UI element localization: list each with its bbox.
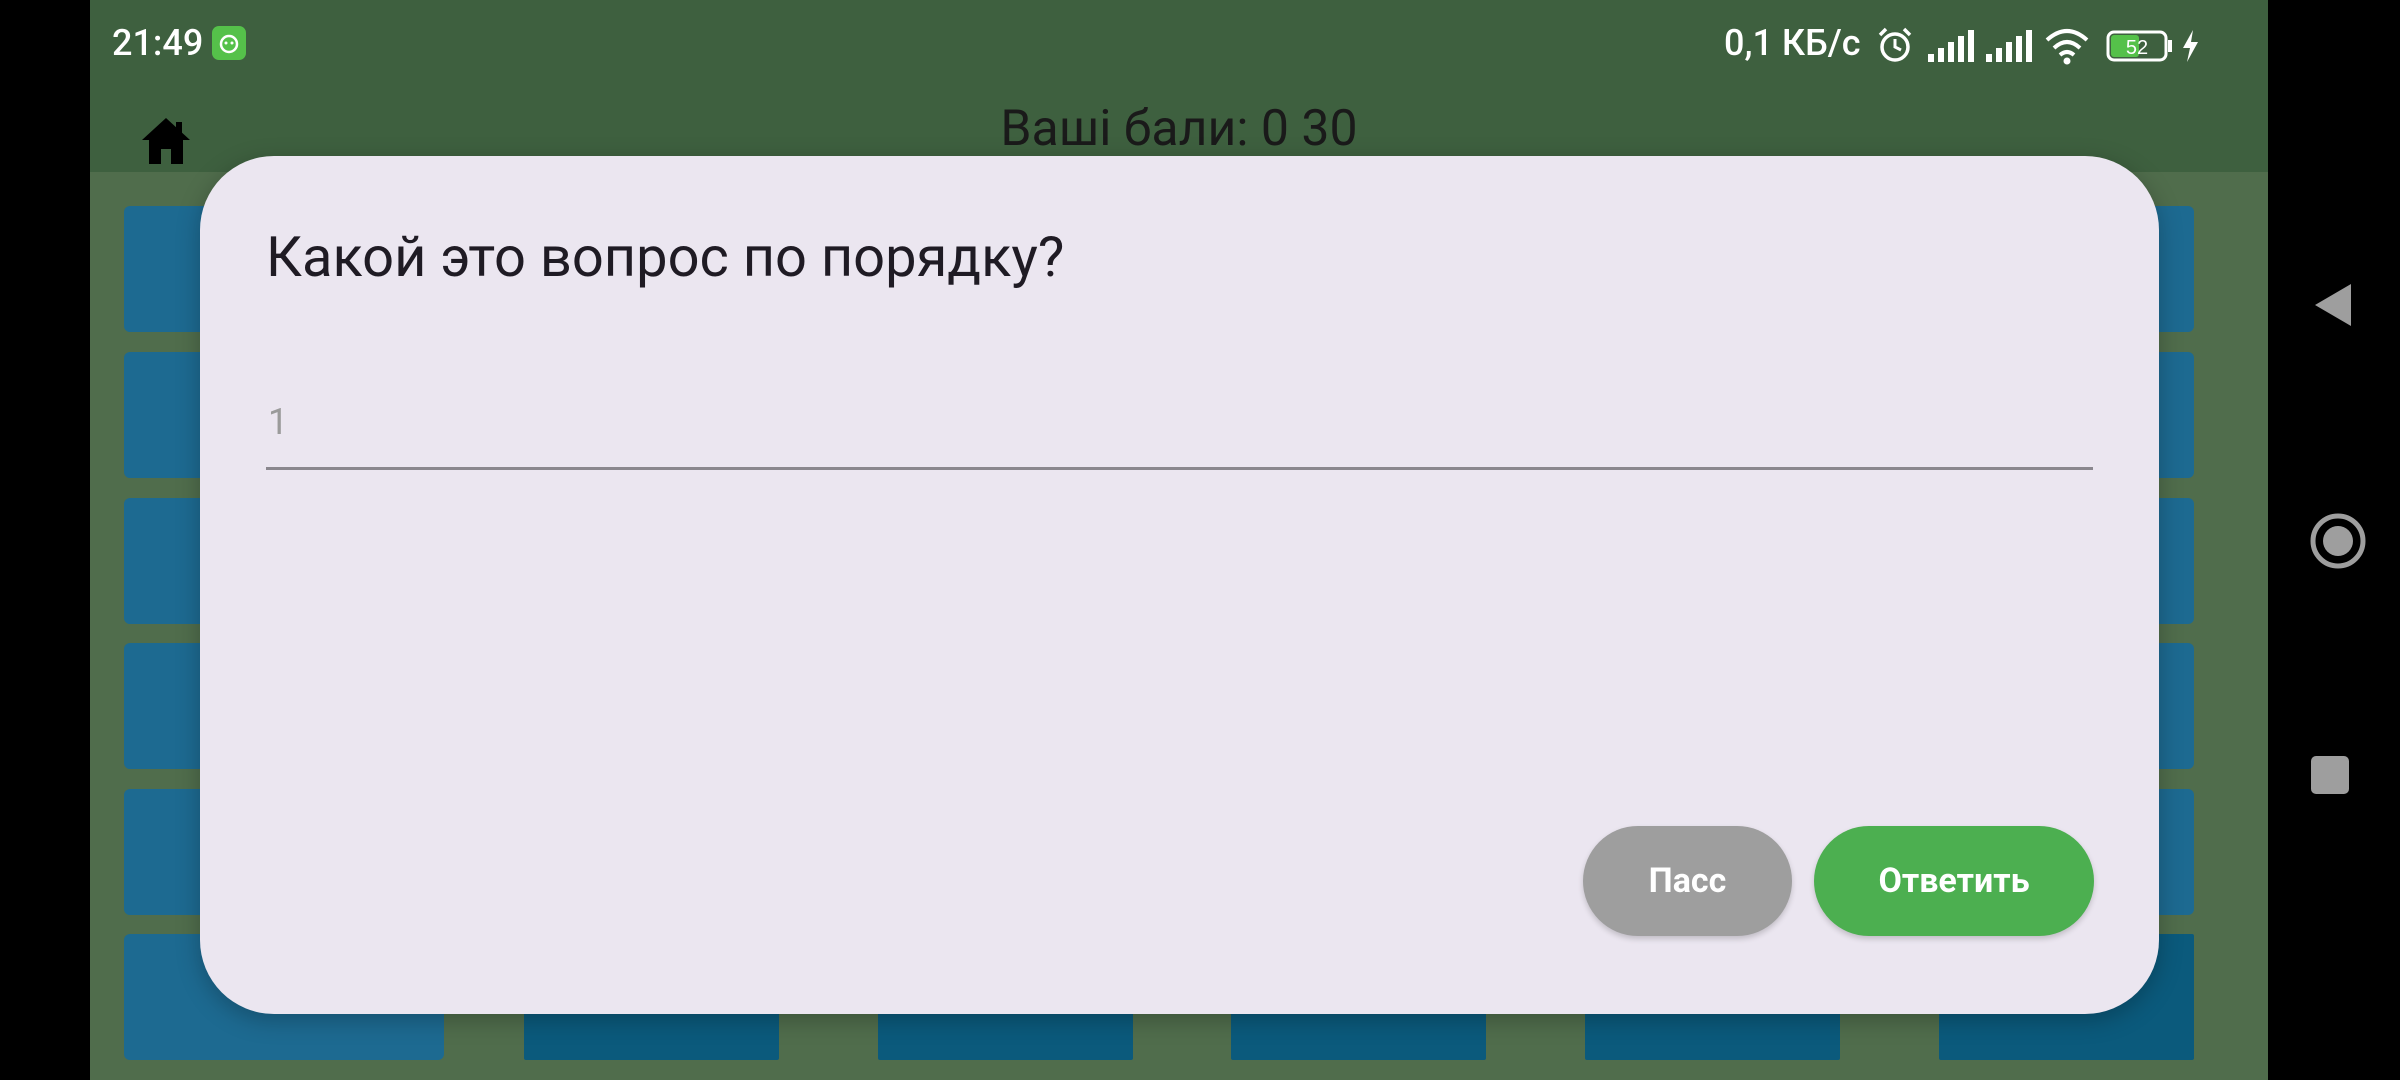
recents-icon[interactable] [2309,754,2351,796]
dialog-title: Какой это вопрос по порядку? [266,224,1065,290]
answer-dialog: Какой это вопрос по порядку? Пасс Ответи… [200,156,2159,1014]
navigation-bar [2268,0,2400,1080]
input-underline [266,467,2093,470]
pass-button[interactable]: Пасс [1583,826,1792,936]
answer-input[interactable] [266,378,2093,466]
answer-field [266,378,2093,470]
back-icon[interactable] [2309,280,2359,330]
home-circle-icon[interactable] [2309,512,2367,570]
answer-button[interactable]: Ответить [1814,826,2094,936]
app-screen: 21:49 0,1 КБ/с 52 Ваші бали: 0 30 Какой … [90,0,2268,1080]
